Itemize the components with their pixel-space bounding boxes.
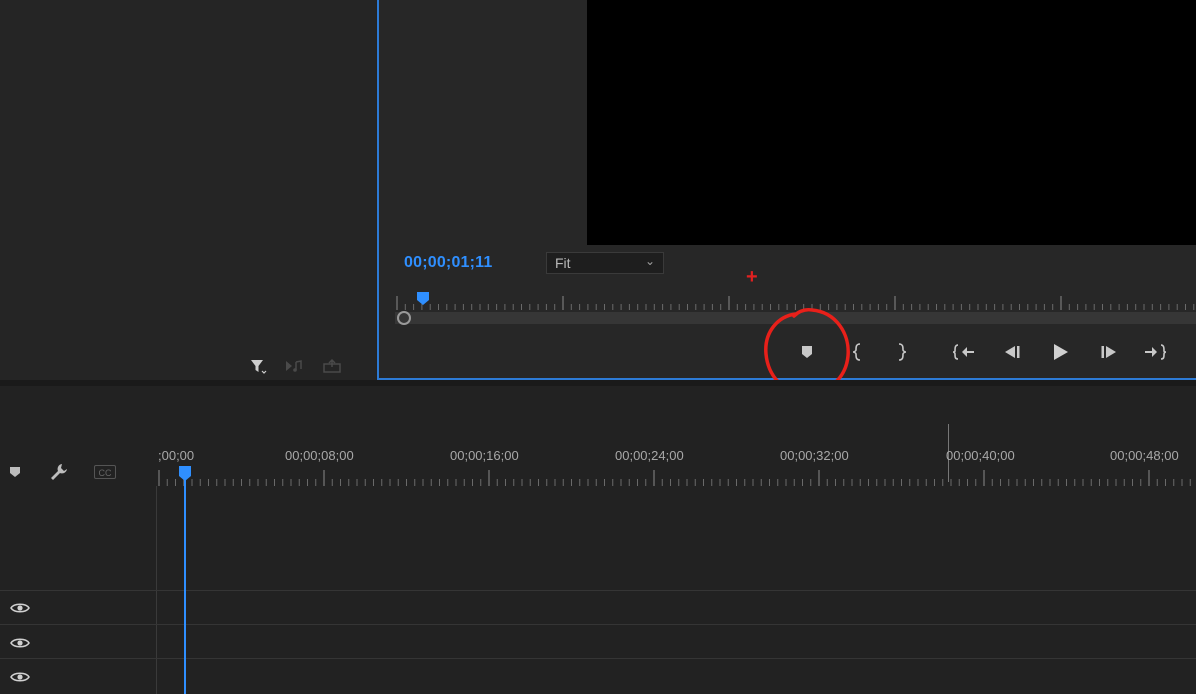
ruler-label: 00;00;24;00	[615, 448, 684, 463]
go-to-in-icon	[952, 344, 974, 360]
ruler-label: 00;00;08;00	[285, 448, 354, 463]
timeline-playhead-line[interactable]	[184, 478, 186, 694]
chevron-down-icon: ⌄	[644, 254, 655, 268]
step-forward-icon	[1101, 346, 1116, 358]
playhead-timecode[interactable]: 00;00;01;11	[404, 254, 493, 272]
filter-icon[interactable]	[246, 356, 270, 376]
wrench-icon	[51, 464, 67, 480]
timeline-settings-button[interactable]	[44, 458, 74, 486]
ruler-label: 00;00;32;00	[780, 448, 849, 463]
eye-icon[interactable]	[10, 670, 30, 684]
monitor-playhead-icon[interactable]	[416, 292, 430, 306]
timeline-time-ruler[interactable]	[157, 466, 1196, 486]
step-forward-button[interactable]	[1095, 338, 1123, 366]
annotation-plus-icon: +	[746, 266, 758, 288]
go-to-out-icon	[1145, 344, 1167, 360]
mark-out-icon	[898, 343, 907, 361]
mark-out-button[interactable]	[888, 338, 916, 366]
video-frame	[587, 0, 1196, 245]
ruler-label: 00;00;16;00	[450, 448, 519, 463]
scrollbar-handle[interactable]	[397, 311, 411, 325]
timeline-playhead-icon[interactable]	[178, 466, 192, 482]
timeline-panel	[0, 386, 1196, 694]
ruler-label: 00;00;48;00	[1110, 448, 1179, 463]
find-icon[interactable]	[320, 356, 344, 376]
track-separator	[0, 590, 1196, 591]
play-button[interactable]	[1046, 338, 1074, 366]
track-separator	[0, 658, 1196, 659]
eye-icon[interactable]	[10, 636, 30, 650]
step-back-button[interactable]	[998, 338, 1026, 366]
go-to-in-button[interactable]	[950, 338, 978, 366]
ruler-label: ;00;00	[158, 448, 195, 463]
eye-icon[interactable]	[10, 601, 30, 615]
go-to-out-button[interactable]	[1141, 338, 1169, 366]
ruler-label: 00;00;40;00	[946, 448, 1015, 463]
zoom-dropdown-value: Fit	[555, 255, 571, 271]
marker-icon	[10, 467, 20, 477]
play-icon	[1054, 344, 1068, 360]
track-separator	[0, 624, 1196, 625]
step-back-icon	[1005, 346, 1020, 358]
captions-button[interactable]: CC	[94, 465, 116, 479]
automate-to-sequence-icon[interactable]	[282, 356, 306, 376]
add-marker-button[interactable]	[0, 458, 30, 486]
zoom-dropdown[interactable]: Fit ⌄	[546, 252, 664, 274]
project-panel	[0, 0, 376, 380]
